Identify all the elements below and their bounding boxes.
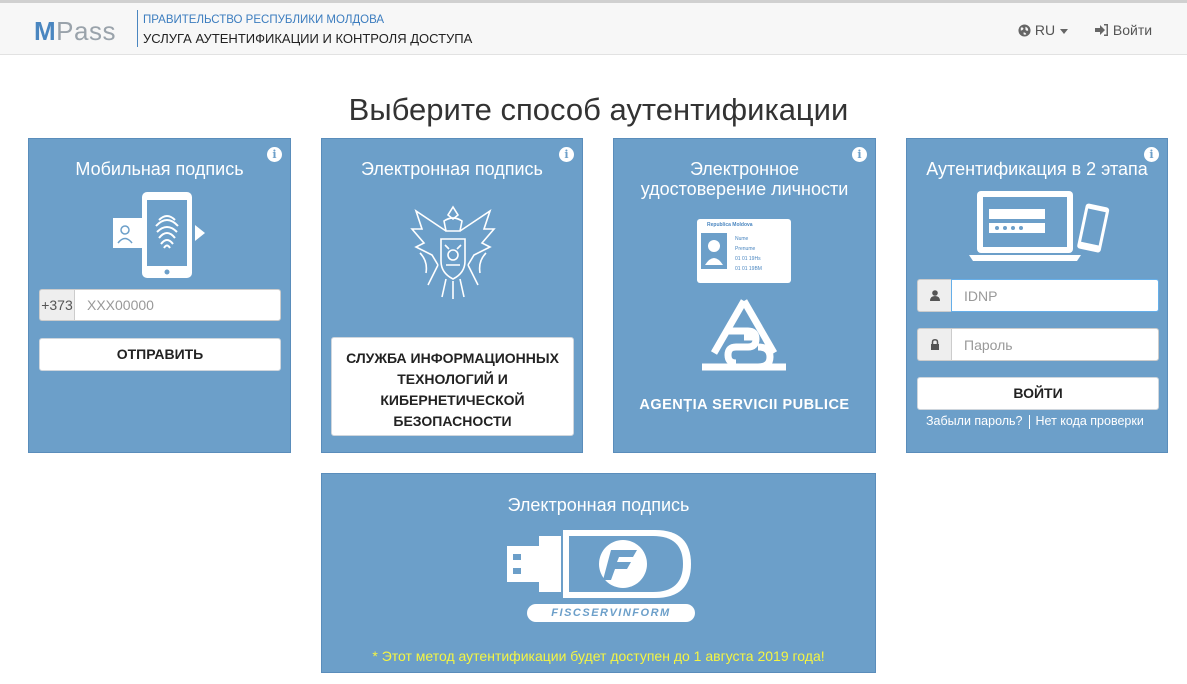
password-input[interactable]	[951, 328, 1159, 361]
user-icon	[917, 279, 951, 312]
phone-prefix: +373	[39, 289, 74, 321]
header: MPass ПРАВИТЕЛЬСТВО РЕСПУБЛИКИ МОЛДОВА У…	[0, 3, 1187, 55]
service-label: УСЛУГА АУТЕНТИФИКАЦИИ И КОНТРОЛЯ ДОСТУПА	[143, 31, 473, 46]
login-button[interactable]: ВОЙТИ	[917, 377, 1159, 410]
moldova-coat-of-arms-icon	[408, 199, 498, 309]
chevron-down-icon	[1060, 28, 1069, 34]
asp-agency-name: AGENȚIA SERVICII PUBLICE	[639, 397, 850, 413]
stisc-provider-button[interactable]: СЛУЖБА ИНФОРМАЦИОННЫХ ТЕХНОЛОГИЙ И КИБЕР…	[331, 337, 574, 436]
phone-input[interactable]	[74, 289, 281, 321]
mobile-signature-icon	[111, 190, 211, 285]
usb-brand-label: FISCSERVINFORM	[551, 607, 671, 619]
card-electronic-signature: i Электронная подпись СЛУЖБА ИНФОРМАЦИОН…	[321, 138, 583, 453]
card-esign-title: Электронная подпись	[361, 159, 543, 179]
card-mobile-title: Мобильная подпись	[75, 159, 244, 179]
forgot-password-link[interactable]: Забыли пароль?	[926, 414, 1023, 428]
card-twostep-title: Аутентификация в 2 этапа	[926, 159, 1148, 179]
id-card-icon[interactable]: Republica Moldova Nume Prenume 01 01 19H…	[697, 219, 791, 283]
link-separator	[1028, 414, 1030, 429]
idnp-input[interactable]	[951, 279, 1159, 312]
idnp-input-group	[917, 279, 1159, 312]
card-mobile-signature: i Мобильная подпись +373 ОТПРАВИТЬ	[28, 138, 291, 453]
header-login-link[interactable]: Войти	[1095, 22, 1152, 38]
asp-logo-icon	[696, 297, 792, 390]
help-links: Забыли пароль? Нет кода проверки	[926, 414, 1144, 429]
lock-icon	[917, 328, 951, 361]
no-code-link[interactable]: Нет кода проверки	[1036, 414, 1144, 428]
card-eid-title-line2: удостоверение личности	[640, 179, 849, 199]
language-dropdown[interactable]: RU	[1018, 22, 1069, 38]
password-input-group	[917, 328, 1159, 361]
language-label: RU	[1034, 22, 1056, 38]
phone-input-group: +373	[39, 289, 281, 321]
page-title: Выберите способ аутентификации	[348, 92, 849, 127]
id-card-line2: Prenume	[735, 246, 756, 252]
card-eid-title-line1: Электронное	[689, 159, 800, 179]
header-login-label: Войти	[1112, 22, 1153, 38]
laptop-phone-icon	[969, 189, 1111, 270]
id-card-line4: 01 01 19BM	[735, 266, 762, 272]
card-usb-signature: Электронная подпись FISCSERVINFORM * Это…	[321, 473, 876, 673]
mpass-logo[interactable]: MPass	[34, 16, 116, 46]
send-button[interactable]: ОТПРАВИТЬ	[39, 338, 281, 371]
logo-divider	[137, 10, 138, 47]
card-electronic-id: i Электронное удостоверение личности Rep…	[613, 138, 876, 453]
id-card-photo	[701, 233, 727, 269]
globe-icon	[1018, 22, 1035, 38]
id-card-line1: Nume	[735, 236, 749, 242]
deprecation-notice: * Этот метод аутентификации будет доступ…	[372, 648, 825, 664]
usb-token-icon[interactable]: FISCSERVINFORM	[505, 526, 695, 631]
sign-in-icon	[1095, 22, 1113, 38]
id-card-line3: 01 01 19Hs	[735, 256, 761, 262]
card-two-step-auth: i Аутентификация в 2 этапа ВОЙТИ Забыли …	[906, 138, 1168, 453]
card-usb-title: Электронная подпись	[507, 495, 690, 515]
id-card-header: Republica Moldova	[707, 222, 753, 228]
government-label: ПРАВИТЕЛЬСТВО РЕСПУБЛИКИ МОЛДОВА	[143, 14, 385, 26]
